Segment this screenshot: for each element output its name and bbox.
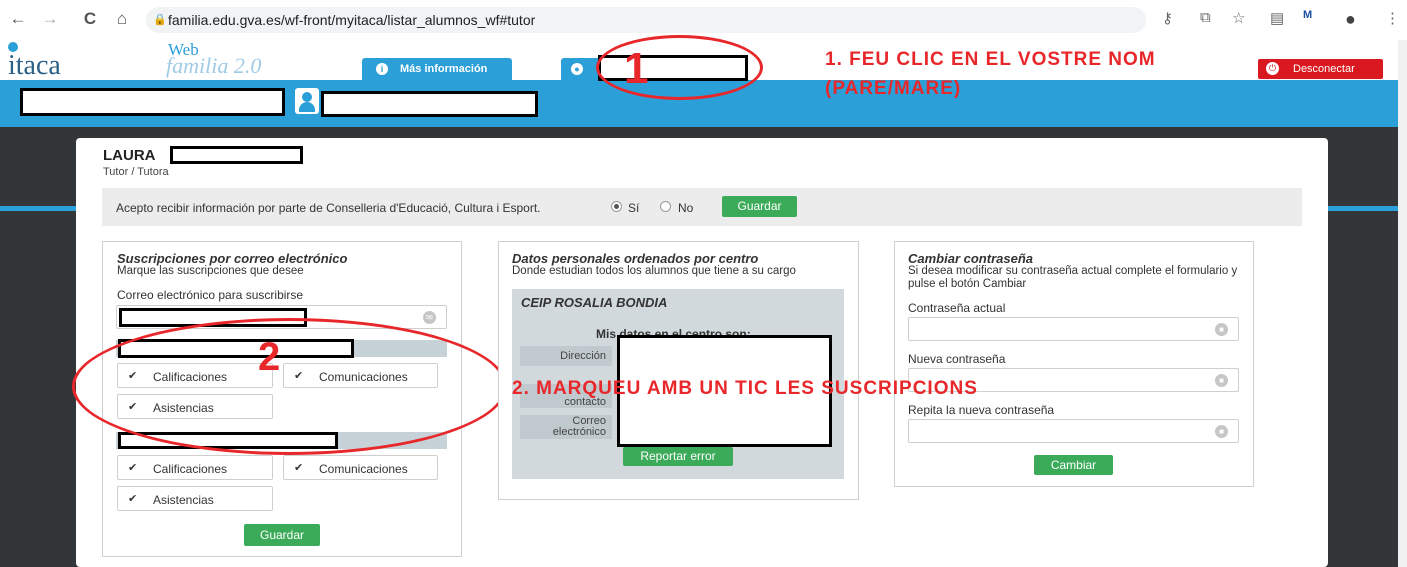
- user-icon: ●: [571, 63, 583, 75]
- logout-button[interactable]: ⏻ Desconectar: [1258, 59, 1383, 79]
- school-name: CEIP ROSALIA BONDIA: [521, 295, 668, 310]
- annotation-text-1b: (PARE/MARE): [825, 78, 962, 99]
- consent-no-label: No: [678, 201, 694, 215]
- annotation-ellipse-2: [72, 318, 507, 455]
- check-icon: ✔: [128, 462, 138, 474]
- address-label: Dirección: [560, 350, 606, 362]
- star-icon[interactable]: ☆: [1232, 9, 1245, 27]
- redacted-student-name: [321, 91, 538, 117]
- home-icon[interactable]: ⌂: [112, 9, 132, 29]
- lock-icon: ■: [1215, 374, 1228, 387]
- info-icon: i: [376, 63, 388, 75]
- subscription-label: Calificaciones: [153, 462, 228, 476]
- consent-save-button[interactable]: Guardar: [722, 196, 797, 217]
- subscriptions-title: Suscripciones por correo electrónico: [117, 251, 348, 266]
- forward-icon[interactable]: →: [40, 9, 60, 29]
- subscription-label: Comunicaciones: [319, 462, 408, 476]
- email-label: Correo electrónico para suscribirse: [117, 288, 304, 302]
- check-icon: ✔: [294, 462, 304, 474]
- decor-stripe: [1328, 206, 1407, 211]
- annotation-text-1: 1. FEU CLIC EN EL VOSTRE NOM: [825, 49, 1156, 70]
- check-icon: ✔: [128, 493, 138, 505]
- current-password-label: Contraseña actual: [908, 301, 1006, 315]
- extension-icon[interactable]: M: [1303, 9, 1312, 21]
- personal-data-title: Datos personales ordenados por centro: [512, 251, 759, 266]
- more-info-button[interactable]: i Más información: [362, 58, 512, 80]
- subscription-label: Asistencias: [153, 493, 214, 507]
- profile-icon[interactable]: ●: [1345, 9, 1356, 30]
- password-title: Cambiar contraseña: [908, 251, 1033, 266]
- address-label-cell: Dirección: [520, 346, 612, 366]
- lock-icon: 🔒: [153, 14, 167, 26]
- decor-stripe: [0, 206, 76, 211]
- url-text[interactable]: familia.edu.gva.es/wf-front/myitaca/list…: [168, 12, 535, 28]
- annotation-number-2: 2: [258, 335, 281, 379]
- personal-data-subtitle: Donde estudian todos los alumnos que tie…: [512, 265, 796, 277]
- subscriptions-subtitle: Marque las suscripciones que desee: [117, 265, 304, 277]
- power-icon: ⏻: [1266, 62, 1279, 75]
- envelope-icon: ✉: [423, 311, 436, 324]
- annotation-ellipse-1: [596, 35, 763, 100]
- redaction-box: [302, 36, 318, 47]
- email-field-label: Correo electrónico: [552, 415, 606, 438]
- itaca-logo: itaca: [8, 50, 61, 81]
- new-password-label: Nueva contraseña: [908, 352, 1006, 366]
- reader-icon[interactable]: ▤: [1270, 9, 1284, 27]
- password-subtitle: Si desea modificar su contraseña actual …: [908, 265, 1238, 290]
- redacted-surname: [170, 146, 303, 164]
- change-password-button[interactable]: Cambiar: [1034, 455, 1113, 475]
- tutor-role: Tutor / Tutora: [103, 166, 169, 178]
- lock-icon: ■: [1215, 323, 1228, 336]
- annotation-number-1: 1: [624, 44, 649, 93]
- report-error-button[interactable]: Reportar error: [623, 447, 733, 466]
- subscription-checkbox[interactable]: ✔ Asistencias: [117, 486, 273, 511]
- translate-icon[interactable]: ⧉: [1200, 9, 1211, 26]
- more-info-label: Más información: [400, 63, 488, 75]
- subscriptions-save-button[interactable]: Guardar: [244, 524, 320, 546]
- redacted-student-name: [20, 88, 285, 116]
- subscription-checkbox[interactable]: ✔ Calificaciones: [117, 455, 273, 480]
- consent-yes-label: Sí: [628, 201, 640, 215]
- menu-icon[interactable]: ⋮: [1385, 9, 1400, 27]
- subscription-checkbox[interactable]: ✔ Comunicaciones: [283, 455, 438, 480]
- student-icon[interactable]: [295, 88, 319, 114]
- consent-yes-radio[interactable]: [611, 201, 622, 212]
- key-icon[interactable]: ⚷: [1162, 9, 1173, 27]
- consent-text: Acepto recibir información por parte de …: [116, 201, 541, 215]
- email-label-cell: Correo electrónico: [520, 415, 612, 439]
- lock-icon: ■: [1215, 425, 1228, 438]
- annotation-text-2: 2. MARQUEU AMB UN TIC LES SUSCRIPCIONS: [512, 378, 978, 399]
- logout-label: Desconectar: [1293, 63, 1355, 75]
- consent-no-radio[interactable]: [660, 201, 671, 212]
- scrollbar[interactable]: [1398, 40, 1407, 567]
- tutor-name: LAURA: [103, 147, 156, 164]
- repeat-password-input[interactable]: ■: [908, 419, 1239, 443]
- current-password-input[interactable]: ■: [908, 317, 1239, 341]
- reload-icon[interactable]: C: [80, 9, 100, 29]
- repeat-password-label: Repita la nueva contraseña: [908, 403, 1055, 417]
- familia-label: familia 2.0: [166, 53, 262, 78]
- back-icon[interactable]: ←: [8, 9, 28, 29]
